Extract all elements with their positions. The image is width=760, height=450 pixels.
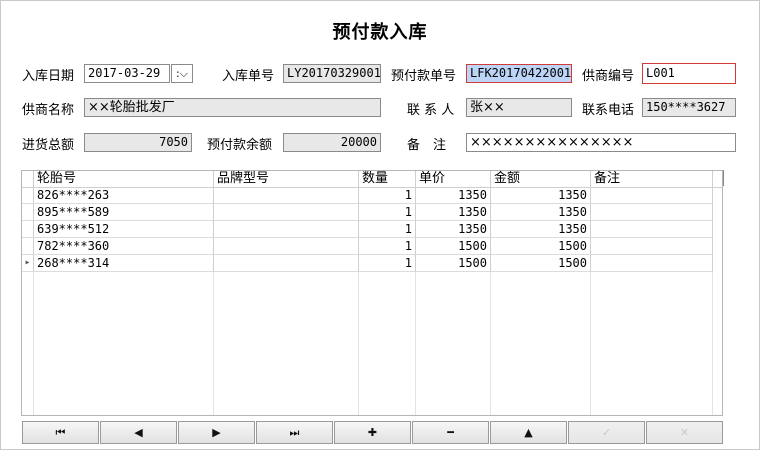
cell-amount[interactable]: 1350 xyxy=(491,204,591,221)
contact-label: 联 系 人 xyxy=(407,103,455,118)
cell-note[interactable] xyxy=(591,255,713,272)
confirm-button[interactable]: ✓ xyxy=(568,421,645,444)
row-indicator xyxy=(22,238,34,255)
cell-tire[interactable]: 895****589 xyxy=(34,204,214,221)
prepay-no-field[interactable]: LFK20170422001 xyxy=(466,64,572,83)
cancel-button[interactable]: ✕ xyxy=(646,421,723,444)
cell-qty[interactable]: 1 xyxy=(359,238,416,255)
cell-price[interactable]: 1500 xyxy=(416,238,491,255)
prepay-no-label: 预付款单号 xyxy=(391,69,457,84)
col-header-note[interactable]: 备注 xyxy=(591,171,713,187)
supplier-code-field[interactable]: L001 xyxy=(642,63,736,84)
cell-price[interactable]: 1500 xyxy=(416,255,491,272)
col-header-price[interactable]: 单价 xyxy=(416,171,491,187)
detail-grid[interactable]: 轮胎号 品牌型号 数量 单价 金额 备注 826****263 1 1350 1… xyxy=(21,170,723,416)
date-label: 入库日期 xyxy=(22,69,75,84)
cell-qty[interactable]: 1 xyxy=(359,255,416,272)
cell-tire[interactable]: 782****360 xyxy=(34,238,214,255)
cell-price[interactable]: 1350 xyxy=(416,204,491,221)
row-indicator xyxy=(22,187,34,204)
cell-amount[interactable]: 1500 xyxy=(491,255,591,272)
cell-note[interactable] xyxy=(591,187,713,204)
note-field[interactable]: ××××××××××××××× xyxy=(466,133,736,152)
phone-label: 联系电话 xyxy=(582,103,635,118)
date-dropdown-button[interactable]: :⌵ xyxy=(171,64,193,83)
total-label: 进货总额 xyxy=(22,138,75,153)
cell-note[interactable] xyxy=(591,204,713,221)
row-indicator xyxy=(22,221,34,238)
col-header-amount[interactable]: 金额 xyxy=(491,171,591,187)
row-indicator-header xyxy=(22,171,34,187)
cell-price[interactable]: 1350 xyxy=(416,187,491,204)
cell-brand[interactable] xyxy=(214,221,359,238)
cell-qty[interactable]: 1 xyxy=(359,221,416,238)
entry-no-label: 入库单号 xyxy=(222,69,275,84)
cell-tire[interactable]: 639****512 xyxy=(34,221,214,238)
cell-tire[interactable]: 268****314 xyxy=(34,255,214,272)
cell-qty[interactable]: 1 xyxy=(359,204,416,221)
add-record-button[interactable]: ✚ xyxy=(334,421,411,444)
table-row[interactable]: 826****263 1 1350 1350 xyxy=(22,187,722,204)
cell-note[interactable] xyxy=(591,238,713,255)
cell-brand[interactable] xyxy=(214,255,359,272)
grid-scrollbar-edge xyxy=(723,170,724,186)
total-field[interactable]: 7050 xyxy=(84,133,192,152)
col-header-brand[interactable]: 品牌型号 xyxy=(214,171,359,187)
cell-brand[interactable] xyxy=(214,187,359,204)
current-row-indicator-icon: ▸ xyxy=(22,255,34,272)
note-label: 备 注 xyxy=(407,138,447,153)
col-header-qty[interactable]: 数量 xyxy=(359,171,416,187)
entry-no-field[interactable]: LY20170329001 xyxy=(283,64,381,83)
prev-record-button[interactable]: ◀ xyxy=(100,421,177,444)
delete-record-button[interactable]: ━ xyxy=(412,421,489,444)
table-row[interactable]: 782****360 1 1500 1500 xyxy=(22,238,722,255)
table-row[interactable]: 895****589 1 1350 1350 xyxy=(22,204,722,221)
cell-amount[interactable]: 1350 xyxy=(491,221,591,238)
table-row[interactable]: ▸ 268****314 1 1500 1500 xyxy=(22,255,722,272)
first-record-button[interactable]: ⏮ xyxy=(22,421,99,444)
supplier-code-label: 供商编号 xyxy=(582,69,635,84)
balance-label: 预付款余额 xyxy=(207,138,273,153)
cell-price[interactable]: 1350 xyxy=(416,221,491,238)
cell-qty[interactable]: 1 xyxy=(359,187,416,204)
cell-tire[interactable]: 826****263 xyxy=(34,187,214,204)
phone-field[interactable]: 150****3627 xyxy=(642,98,736,117)
cell-brand[interactable] xyxy=(214,238,359,255)
balance-field[interactable]: 20000 xyxy=(283,133,381,152)
form-title: 预付款入库 xyxy=(332,22,428,43)
cell-amount[interactable]: 1500 xyxy=(491,238,591,255)
last-record-button[interactable]: ⏭ xyxy=(256,421,333,444)
grid-header: 轮胎号 品牌型号 数量 单价 金额 备注 xyxy=(22,171,722,188)
table-row[interactable]: 639****512 1 1350 1350 xyxy=(22,221,722,238)
contact-field[interactable]: 张×× xyxy=(466,98,572,117)
supplier-name-label: 供商名称 xyxy=(22,103,75,118)
cell-amount[interactable]: 1350 xyxy=(491,187,591,204)
edit-record-button[interactable]: ▲ xyxy=(490,421,567,444)
cell-brand[interactable] xyxy=(214,204,359,221)
col-header-tire[interactable]: 轮胎号 xyxy=(34,171,214,187)
next-record-button[interactable]: ▶ xyxy=(178,421,255,444)
row-indicator xyxy=(22,204,34,221)
supplier-name-field[interactable]: ××轮胎批发厂 xyxy=(84,98,381,117)
cell-note[interactable] xyxy=(591,221,713,238)
date-field[interactable]: 2017-03-29 xyxy=(84,64,170,83)
